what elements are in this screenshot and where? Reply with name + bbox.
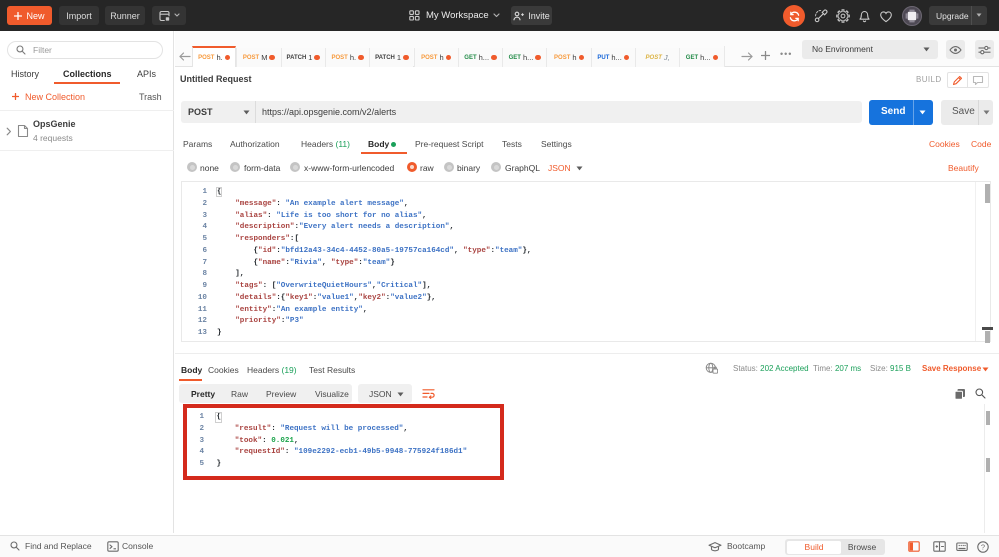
svg-text:?: ? [981, 542, 985, 551]
